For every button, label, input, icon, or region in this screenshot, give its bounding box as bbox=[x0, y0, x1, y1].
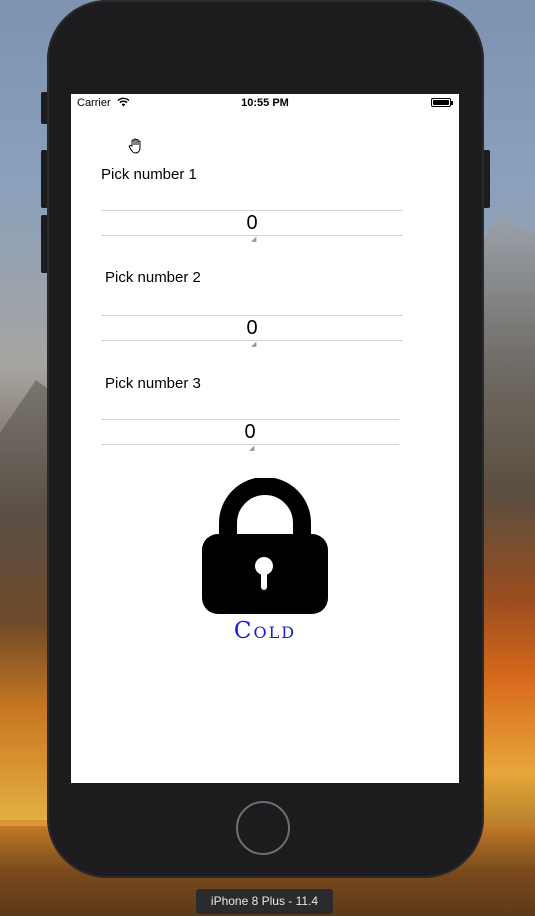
wallpaper-right bbox=[475, 215, 535, 835]
lock-icon bbox=[202, 478, 328, 614]
simulator-device-label: iPhone 8 Plus - 11.4 bbox=[196, 889, 333, 914]
clock: 10:55 PM bbox=[241, 97, 289, 109]
lock-status-label: Cold bbox=[233, 618, 297, 644]
picker-indicator-icon: ◢ bbox=[251, 236, 257, 243]
picker-value-2: 0 bbox=[246, 317, 258, 339]
picker-value-3: 0 bbox=[244, 421, 256, 443]
power-button[interactable] bbox=[483, 150, 490, 208]
status-bar: Carrier 10:55 PM bbox=[71, 94, 459, 112]
pick-label-3: Pick number 3 bbox=[105, 375, 201, 392]
number-picker-3[interactable]: 0 ◢ bbox=[101, 419, 399, 452]
picker-indicator-icon: ◢ bbox=[251, 341, 257, 348]
picker-value-1: 0 bbox=[246, 212, 258, 234]
battery-icon bbox=[431, 98, 453, 107]
pick-label-1: Pick number 1 bbox=[101, 166, 197, 183]
home-button[interactable] bbox=[236, 801, 290, 855]
number-picker-2[interactable]: 0 ◢ bbox=[101, 315, 403, 348]
hand-cursor-icon bbox=[128, 138, 141, 154]
app-screen: Carrier 10:55 PM Pick number 1 0 ◢ Pick … bbox=[71, 94, 459, 783]
picker-indicator-icon: ◢ bbox=[249, 445, 255, 452]
pick-label-2: Pick number 2 bbox=[105, 269, 201, 286]
number-picker-1[interactable]: 0 ◢ bbox=[101, 210, 403, 243]
